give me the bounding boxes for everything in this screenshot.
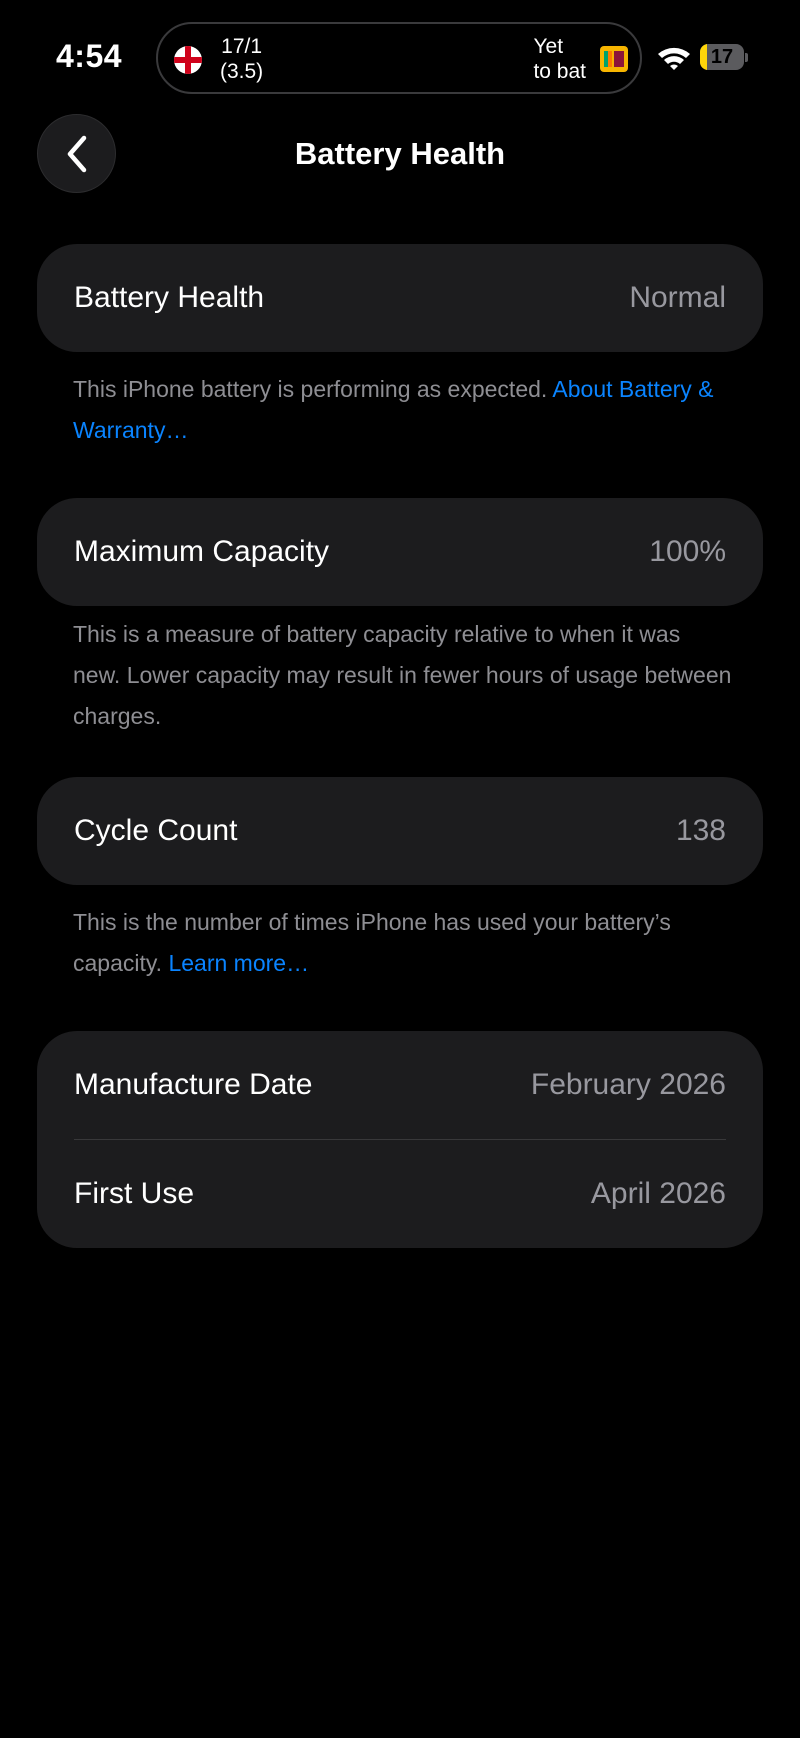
battery-level: 17 <box>710 46 734 68</box>
first-use-label: First Use <box>74 1177 194 1210</box>
battery-health-value: Normal <box>629 281 726 314</box>
team1-score: 17/1 <box>221 35 263 58</box>
cycle-count-row: Cycle Count 138 <box>37 777 763 885</box>
maximum-capacity-row: Maximum Capacity 100% <box>37 498 763 606</box>
battery-health-label: Battery Health <box>74 281 265 314</box>
battery-health-footnote: This iPhone battery is performing as exp… <box>73 369 733 451</box>
battery-health-card: Battery Health Normal <box>37 244 763 352</box>
battery-health-footnote-text: This iPhone battery is performing as exp… <box>73 376 548 402</box>
maximum-capacity-footnote: This is a measure of battery capacity re… <box>73 621 732 729</box>
first-use-value: April 2026 <box>590 1177 726 1210</box>
sri-lanka-flag-icon <box>600 46 628 72</box>
battery-health-row: Battery Health Normal <box>37 244 763 352</box>
manufacture-date-row: Manufacture Date February 2026 <box>37 1031 763 1139</box>
battery-dates-card: Manufacture Date February 2026 First Use… <box>37 1031 763 1248</box>
cycle-count-value: 138 <box>675 814 726 847</box>
team1-score-block: 17/1 (3.5) <box>220 34 263 84</box>
status-time: 4:54 <box>56 38 123 74</box>
team2-status-block: Yet to bat <box>533 34 586 84</box>
learn-more-link[interactable]: Learn more… <box>168 950 309 976</box>
team2-status-line1: Yet <box>533 35 564 58</box>
team2-status-line2: to bat <box>533 60 586 83</box>
battery-icon: 17 <box>700 44 748 72</box>
maximum-capacity-card: Maximum Capacity 100% <box>37 498 763 606</box>
wifi-icon <box>658 47 690 70</box>
cycle-count-footnote-text: This is the number of times iPhone has u… <box>73 909 671 976</box>
live-activity-island[interactable]: 17/1 (3.5) Yet to bat <box>156 22 642 94</box>
cycle-count-card: Cycle Count 138 <box>37 777 763 885</box>
team1-overs: (3.5) <box>220 60 264 83</box>
maximum-capacity-label: Maximum Capacity <box>74 535 330 568</box>
first-use-row: First Use April 2026 <box>37 1140 763 1248</box>
maximum-capacity-value: 100% <box>649 535 726 568</box>
cycle-count-footnote: This is the number of times iPhone has u… <box>73 902 733 984</box>
manufacture-date-label: Manufacture Date <box>74 1068 313 1101</box>
page-title: Battery Health <box>294 136 506 171</box>
manufacture-date-value: February 2026 <box>530 1068 726 1101</box>
cycle-count-label: Cycle Count <box>74 814 238 847</box>
england-flag-icon <box>174 46 202 74</box>
